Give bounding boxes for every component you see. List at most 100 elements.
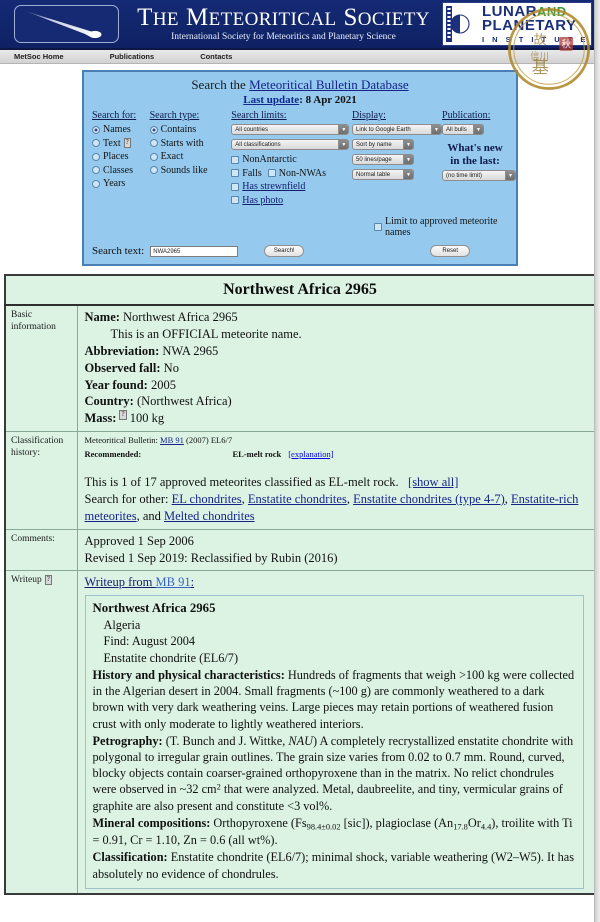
limit-approved-row[interactable]: Limit to approved meteorite names	[374, 216, 508, 238]
bulletin-link[interactable]: MB 91	[160, 435, 184, 445]
field-abbreviation: Abbreviation: NWA 2965	[85, 343, 589, 360]
writeup-mb-link[interactable]: MB 91	[156, 575, 191, 589]
checkbox-has-photo[interactable]: Has photo	[231, 195, 352, 206]
sort-select[interactable]: Sort by name ▼	[352, 139, 415, 150]
writeup-petrography-text-1: (T. Bunch and J. Wittke,	[162, 733, 289, 748]
radio-icon-years[interactable]	[92, 179, 100, 188]
radio-icon-starts-with[interactable]	[149, 139, 158, 147]
chevron-down-icon-time-limit[interactable]: ▼	[505, 171, 516, 181]
radio-names[interactable]: Names	[92, 124, 150, 135]
table-row-comments: Comments: Approved 1 Sep 2006 Revised 1 …	[4, 528, 596, 572]
radio-icon-exact[interactable]	[149, 152, 158, 161]
help-icon-writeup[interactable]: ?	[44, 575, 52, 586]
link-enstatite-chondrites-type-4-7[interactable]: Enstatite chondrites (type 4-7)	[353, 492, 505, 506]
radio-classes[interactable]: Classes	[92, 165, 150, 176]
checkbox-nonantarctic[interactable]: NonAntarctic	[231, 154, 352, 165]
display-link-select[interactable]: Link to Google Earth ▼	[352, 124, 443, 135]
field-label-year-found: Year found:	[84, 377, 148, 392]
table-row-classification-history: Classification history: Meteoritical Bul…	[4, 431, 596, 530]
radio-icon-classes[interactable]	[92, 166, 100, 174]
radio-years[interactable]: Years	[92, 178, 150, 189]
writeup-heading-suffix: :	[190, 575, 195, 590]
radio-places[interactable]: Places	[92, 151, 150, 162]
search-button[interactable]: Search!	[264, 245, 305, 257]
field-label-observed-fall: Observed fall:	[84, 360, 161, 375]
page-title: Northwest Africa 2965	[4, 274, 596, 306]
writeup-mineral-text-3: Or	[467, 815, 481, 830]
nav-contacts[interactable]: Contacts	[200, 52, 232, 61]
bulletin-year: (2007)	[186, 435, 209, 446]
radio-contains[interactable]: Contains	[149, 124, 232, 135]
checkbox-has-strewnfield[interactable]: Has strewnfield	[231, 181, 352, 192]
writeup-classification-label: Classification:	[92, 850, 168, 865]
link-el-chondrites[interactable]: EL chondrites	[172, 492, 242, 506]
time-limit-select[interactable]: (no time limit) ▼	[442, 170, 517, 182]
chevron-down-icon-sort[interactable]: ▼	[403, 140, 414, 149]
radio-icon-text[interactable]	[92, 139, 100, 147]
nav-metsoc-home[interactable]: MetSoc Home	[14, 52, 64, 61]
link-melted-chondrites[interactable]: Melted chondrites	[164, 509, 255, 523]
site-banner: THE METEORITICAL SOCIETY International Soc…	[0, 0, 600, 50]
country-select-value: All countries	[235, 126, 268, 133]
nav-publications[interactable]: Publications	[110, 52, 155, 61]
writeup-mineral-text-2: [sic]), plagioclase (An	[340, 815, 454, 830]
chevron-down-icon-table-format[interactable]: ▼	[403, 170, 414, 179]
checkbox-icon-has-photo[interactable]	[231, 196, 240, 204]
radio-icon-places[interactable]	[92, 152, 100, 161]
checkbox-icon-has-strewnfield[interactable]	[231, 182, 240, 191]
lines-per-page-value: 50 lines/page	[356, 156, 392, 163]
field-value-country: (Northwest Africa)	[133, 394, 232, 409]
radio-exact[interactable]: Exact	[149, 151, 232, 162]
field-label-mass: Mass:	[84, 411, 117, 426]
field-name: Name: Northwest Africa 2965	[85, 309, 589, 326]
writeup-mineral-label: Mineral compositions:	[92, 815, 211, 830]
radio-label-starts-with: Starts with	[160, 137, 204, 149]
writeup-petrography-paragraph: Petrography: (T. Bunch and J. Wittke, NA…	[93, 733, 578, 814]
recommended-value: EL-melt rock	[232, 448, 282, 459]
chevron-down-icon-lines[interactable]: ▼	[403, 155, 414, 164]
country-select[interactable]: All countries ▼	[231, 124, 350, 135]
chevron-down-icon-country[interactable]: ▼	[338, 125, 349, 134]
publication-select[interactable]: All bulls ▼	[442, 124, 485, 135]
link-enstatite-chondrites[interactable]: Enstatite chondrites	[248, 492, 347, 506]
search-input[interactable]: NWA2965	[150, 245, 239, 257]
lines-per-page-select[interactable]: 50 lines/page ▼	[352, 154, 415, 165]
classification-select[interactable]: All classifications ▼	[231, 139, 350, 150]
search-title-prefix: Search the	[191, 77, 250, 92]
show-all-link[interactable]: [show all]	[408, 475, 458, 489]
radio-label-names: Names	[103, 124, 131, 135]
help-icon-text[interactable]: ?	[123, 138, 131, 148]
writeup-mineral-sub-an: 17.8	[453, 822, 468, 832]
checkbox-label-has-strewnfield[interactable]: Has strewnfield	[242, 181, 305, 192]
checkbox-icon-non-nwas[interactable]	[267, 169, 276, 177]
explanation-link[interactable]: [explanation]	[288, 449, 333, 460]
display-heading: Display:	[352, 110, 386, 121]
checkbox-icon-nonantarctic[interactable]	[231, 155, 240, 164]
checkbox-icon-falls[interactable]	[231, 169, 240, 177]
field-year-found: Year found: 2005	[85, 377, 589, 394]
radio-sounds-like[interactable]: Sounds like	[149, 165, 232, 176]
classification-history-cell: Meteoritical Bulletin: MB 91 (2007) EL6/…	[76, 431, 596, 530]
window-scrollbar[interactable]	[594, 0, 600, 922]
table-row-writeup: Writeup? Writeup from MB 91: Northwest A…	[4, 570, 596, 895]
bulletin-label: Meteoritical Bulletin:	[84, 435, 158, 446]
radio-starts-with[interactable]: Starts with	[149, 137, 232, 149]
whats-new-line-2: in the last:	[450, 154, 500, 167]
table-format-select[interactable]: Normal table ▼	[352, 169, 415, 180]
radio-icon-sounds-like[interactable]	[149, 166, 158, 174]
radio-icon-names[interactable]	[92, 125, 100, 134]
classification-select-value: All classifications	[235, 141, 281, 148]
checkbox-icon-limit-approved[interactable]	[374, 223, 382, 231]
reset-button[interactable]: Reset	[430, 245, 471, 257]
chevron-down-icon-display-link[interactable]: ▼	[431, 125, 442, 134]
meteorite-record-table: Northwest Africa 2965 Basic information …	[4, 274, 596, 895]
radio-text[interactable]: Text ?	[92, 138, 150, 149]
chevron-down-icon-publication[interactable]: ▼	[473, 125, 484, 134]
meteoritical-bulletin-database-link[interactable]: Meteoritical Bulletin Database	[249, 77, 409, 92]
search-panel-title: Search the Meteoritical Bulletin Databas…	[92, 77, 508, 93]
field-value-mass: 100 kg	[126, 411, 165, 426]
radio-icon-contains[interactable]	[149, 125, 158, 134]
help-icon-mass[interactable]: ?	[119, 410, 127, 420]
chevron-down-icon-classification[interactable]: ▼	[338, 140, 349, 149]
checkbox-label-has-photo[interactable]: Has photo	[242, 195, 283, 206]
